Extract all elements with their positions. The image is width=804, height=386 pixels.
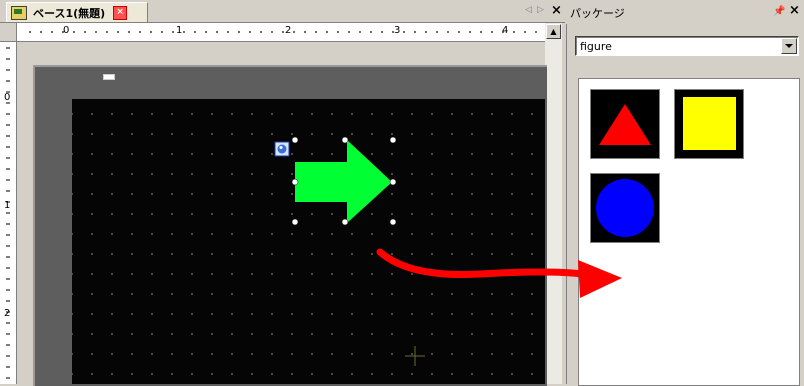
ruler-tick [40,31,42,33]
circle-icon [596,179,654,237]
ruler-tick [403,31,405,33]
ruler-corner [0,23,17,41]
ruler-tick [447,31,449,33]
ruler-tick [293,31,295,33]
package-select-value: figure [580,40,612,53]
ruler-tick [458,31,460,33]
horizontal-ruler: 0 1 2 3 4 [0,23,545,42]
ruler-tick [524,31,526,33]
ruler-label: 2 [285,25,292,36]
ruler-tick [238,31,240,33]
ruler-tick [249,31,251,33]
scroll-up-button[interactable]: ▲ [546,24,561,39]
ruler-tick [205,31,207,33]
tab-close-icon[interactable]: × [113,5,128,20]
ruler-tick [227,31,229,33]
screen-icon [11,5,27,20]
ruler-tick [216,31,218,33]
ruler-tick [73,31,75,33]
ruler-label: 0 [4,92,11,103]
object-handle-icon[interactable] [274,141,290,157]
ruler-tick [172,31,174,33]
ruler-tick [194,31,196,33]
ruler-tick [139,31,141,33]
ruler-tick [480,31,482,33]
green-arrow-shape[interactable] [295,140,392,223]
ruler-tick [414,31,416,33]
pin-icon[interactable]: 📌 [773,6,785,17]
ruler-tick [348,31,350,33]
ruler-label: 0 [63,25,70,36]
ruler-tick [381,31,383,33]
ruler-tick [469,31,471,33]
frame-marker [103,74,115,80]
ruler-label: 3 [394,25,401,36]
ruler-tick [370,31,372,33]
vertical-scrollbar[interactable] [545,23,562,384]
square-icon [683,97,736,150]
ruler-tick [29,31,31,33]
ruler-tick [304,31,306,33]
ruler-tick [106,31,108,33]
document-close-icon[interactable]: × [551,3,562,18]
ruler-tick [359,31,361,33]
ruler-tick [436,31,438,33]
ruler-tick [117,31,119,33]
ruler-tick [51,31,53,33]
chevron-down-icon [785,44,793,48]
ruler-tick [513,31,515,33]
ruler-label: 4 [502,25,509,36]
ruler-label: 2 [4,308,11,319]
tab-scroll-right-icon[interactable]: ▷ [537,5,544,15]
ruler-tick [260,31,262,33]
ruler-tick [337,31,339,33]
ruler-tick [491,31,493,33]
package-item-triangle[interactable] [590,89,660,159]
ruler-tick [271,31,273,33]
ruler-tick [282,31,284,33]
panel-close-icon[interactable]: × [789,3,800,18]
triangle-icon [599,104,651,145]
ruler-tick [315,31,317,33]
ruler-tick [183,31,185,33]
ruler-tick [161,31,163,33]
package-panel-title: パッケージ [570,7,625,20]
ruler-tick [425,31,427,33]
tab-scroll-left-icon[interactable]: ◁ [525,5,532,15]
selected-arrow-object[interactable] [270,130,410,235]
crosshair-icon [405,346,425,366]
ruler-tick [95,31,97,33]
dropdown-button[interactable] [781,38,797,54]
ruler-tick [535,31,537,33]
ruler-label: 1 [176,25,183,36]
drag-arrow-indicator [376,248,622,298]
ruler-tick [326,31,328,33]
tab-title: ベース1(無題) [33,6,106,20]
ruler-label: 1 [4,200,11,211]
tab-base-1[interactable]: ベース1(無題) × [6,2,148,22]
package-item-square[interactable] [674,89,744,159]
package-item-circle[interactable] [590,173,660,243]
ruler-tick [128,31,130,33]
vertical-ruler: 0 1 2 [0,42,17,384]
ruler-tick [84,31,86,33]
ruler-tick [150,31,152,33]
